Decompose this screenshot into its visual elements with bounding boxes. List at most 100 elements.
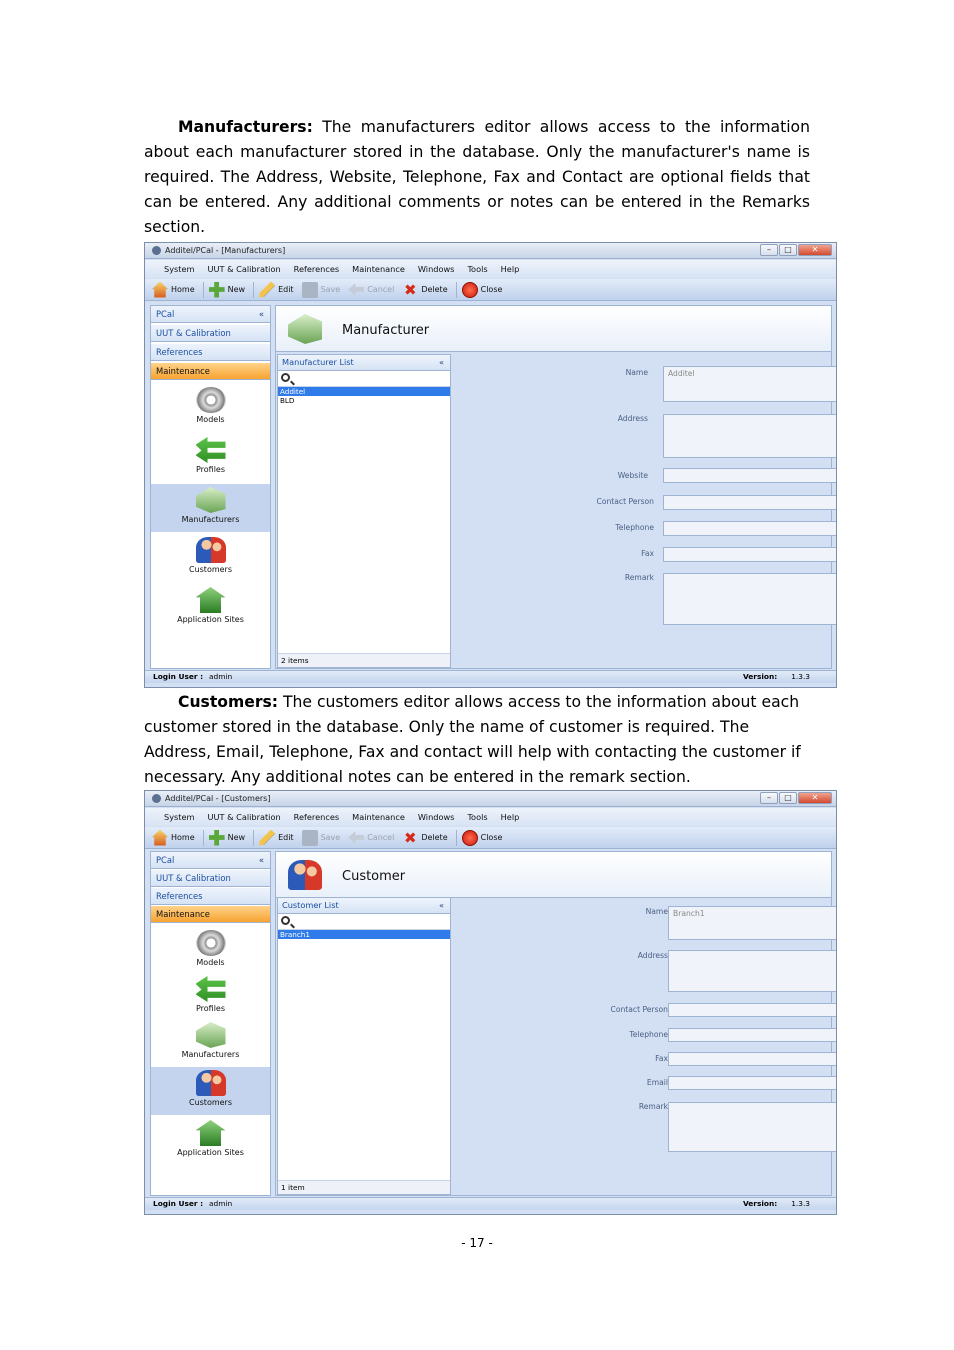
minimize-button[interactable]: – <box>760 244 778 256</box>
close-circle-icon <box>461 829 478 846</box>
login-user: Login User : admin <box>153 672 233 681</box>
menu-help[interactable]: Help <box>501 264 520 274</box>
website-field[interactable] <box>663 468 836 483</box>
collapse-icon[interactable]: « <box>259 306 264 322</box>
nav-item-application-sites[interactable]: Application Sites <box>151 584 270 632</box>
fax-label: Fax <box>641 549 654 558</box>
menu-tools[interactable]: Tools <box>467 812 487 822</box>
website-label: Website <box>617 471 648 480</box>
save-button[interactable]: Save <box>301 829 340 846</box>
window-title: Additel/PCal - [Manufacturers] <box>165 246 286 255</box>
window-close-button[interactable]: ✕ <box>798 792 832 804</box>
save-button[interactable]: Save <box>301 281 340 298</box>
menu-help[interactable]: Help <box>501 812 520 822</box>
list-search[interactable] <box>278 371 450 387</box>
maximize-button[interactable]: □ <box>779 244 797 256</box>
delete-x-icon: ✖ <box>404 828 417 847</box>
cancel-button[interactable]: Cancel <box>348 830 394 846</box>
list-search[interactable] <box>278 914 450 930</box>
menu-references[interactable]: References <box>294 264 340 274</box>
nav-pcal[interactable]: PCal « <box>151 306 270 323</box>
nav-item-manufacturers[interactable]: Manufacturers <box>151 484 270 532</box>
edit-button[interactable]: Edit <box>259 829 294 846</box>
telephone-field[interactable] <box>663 521 836 536</box>
nav-pcal[interactable]: PCal « <box>151 852 270 869</box>
collapse-icon[interactable]: « <box>439 898 444 913</box>
remark-field[interactable] <box>663 573 836 625</box>
list-count: 1 item <box>278 1180 450 1194</box>
minimize-button[interactable]: – <box>760 792 778 804</box>
nav-references[interactable]: References <box>151 344 270 361</box>
customers-lead: Customers: <box>178 693 279 711</box>
maximize-button[interactable]: □ <box>779 792 797 804</box>
nav-item-manufacturers[interactable]: Manufacturers <box>151 1019 270 1067</box>
nav-sidebar: PCal « UUT & Calibration References Maint… <box>150 305 271 669</box>
list-item[interactable]: Branch1 <box>278 930 450 939</box>
menu-uut-calibration[interactable]: UUT & Calibration <box>208 264 281 274</box>
menu-uut-calibration[interactable]: UUT & Calibration <box>208 812 281 822</box>
nav-item-customers[interactable]: Customers <box>151 534 270 582</box>
address-field[interactable] <box>668 950 836 992</box>
nav-uut-calibration[interactable]: UUT & Calibration <box>151 325 270 342</box>
menu-bar: System UUT & Calibration References Main… <box>145 808 836 826</box>
menu-system[interactable]: System <box>164 264 195 274</box>
factory-icon <box>195 1022 226 1048</box>
customer-list: Customer List « Branch1 1 item <box>277 897 451 1195</box>
manufacturers-lead: Manufacturers: <box>178 118 313 136</box>
delete-button[interactable]: ✖ Delete <box>402 280 448 299</box>
nav-item-profiles[interactable]: Profiles <box>151 973 270 1021</box>
contact-person-field[interactable] <box>668 1003 836 1017</box>
remark-field[interactable] <box>668 1102 836 1152</box>
close-button[interactable]: Close <box>461 829 502 846</box>
new-button[interactable]: New <box>208 829 245 846</box>
users-icon <box>288 860 322 890</box>
list-item[interactable]: Additel <box>278 387 450 396</box>
nav-maintenance[interactable]: Maintenance <box>151 363 270 380</box>
address-field[interactable] <box>663 414 836 458</box>
nav-item-application-sites[interactable]: Application Sites <box>151 1117 270 1165</box>
nav-item-models[interactable]: Models <box>151 927 270 975</box>
list-item[interactable]: BLD <box>278 396 450 405</box>
home-button[interactable]: Home <box>152 829 195 846</box>
editor-area: Manufacturer Manufacturer List « Additel … <box>275 305 836 669</box>
fax-field[interactable] <box>663 547 836 562</box>
nav-item-customers[interactable]: Customers <box>151 1067 270 1115</box>
collapse-icon[interactable]: « <box>439 355 444 370</box>
cancel-button[interactable]: Cancel <box>348 282 394 298</box>
delete-button[interactable]: ✖ Delete <box>402 828 448 847</box>
name-field[interactable]: Branch1 <box>668 906 836 940</box>
home-button[interactable]: Home <box>152 281 195 298</box>
customers-window: Additel/PCal - [Customers] – □ ✕ System … <box>144 790 837 1215</box>
remark-label: Remark <box>624 573 654 582</box>
close-button[interactable]: Close <box>461 281 502 298</box>
menu-references[interactable]: References <box>294 812 340 822</box>
name-field[interactable]: Additel <box>663 366 836 402</box>
nav-uut-calibration[interactable]: UUT & Calibration <box>151 870 270 887</box>
telephone-field[interactable] <box>668 1028 836 1042</box>
nav-maintenance[interactable]: Maintenance <box>151 906 270 923</box>
menu-tools[interactable]: Tools <box>467 264 487 274</box>
menu-system[interactable]: System <box>164 812 195 822</box>
menu-maintenance[interactable]: Maintenance <box>352 264 405 274</box>
menu-windows[interactable]: Windows <box>418 812 455 822</box>
floppy-icon <box>301 829 318 846</box>
home-icon <box>152 281 168 298</box>
contact-person-field[interactable] <box>663 495 836 510</box>
menu-windows[interactable]: Windows <box>418 264 455 274</box>
email-field[interactable] <box>668 1076 836 1090</box>
list-count: 2 items <box>278 653 450 667</box>
edit-button[interactable]: Edit <box>259 281 294 298</box>
nav-references[interactable]: References <box>151 888 270 905</box>
new-button[interactable]: New <box>208 281 245 298</box>
version-info: Version: 1.3.3 <box>742 672 810 681</box>
menu-maintenance[interactable]: Maintenance <box>352 812 405 822</box>
fax-field[interactable] <box>668 1052 836 1066</box>
status-bar: Login User : admin Version: 1.3.3 <box>145 1197 836 1210</box>
nav-item-models[interactable]: Models <box>151 384 270 432</box>
nav-item-profiles[interactable]: Profiles <box>151 434 270 482</box>
users-icon <box>195 537 226 563</box>
delete-x-icon: ✖ <box>404 280 417 299</box>
window-close-button[interactable]: ✕ <box>798 244 832 256</box>
users-icon <box>195 1070 226 1096</box>
collapse-icon[interactable]: « <box>259 852 264 868</box>
